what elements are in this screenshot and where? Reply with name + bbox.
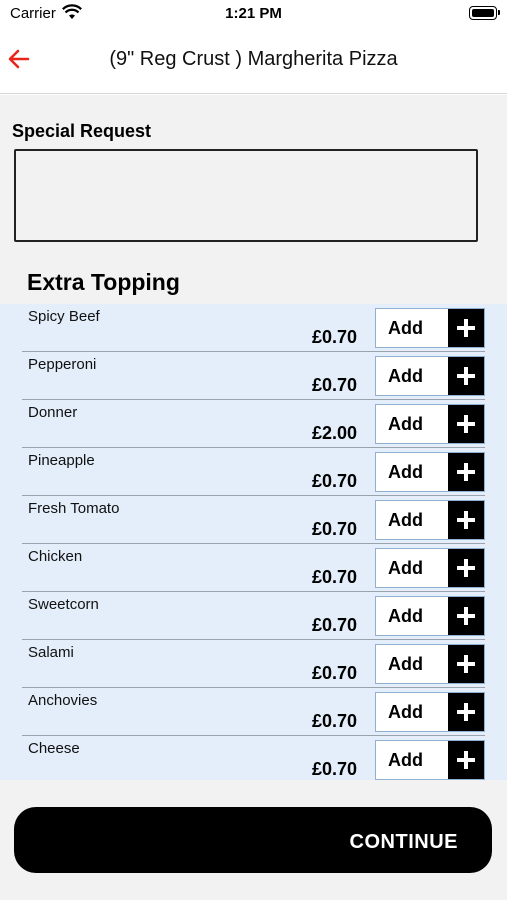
add-topping-button[interactable]: Add <box>375 500 485 540</box>
add-topping-button[interactable]: Add <box>375 404 485 444</box>
plus-icon[interactable] <box>448 501 484 539</box>
plus-icon[interactable] <box>448 453 484 491</box>
extra-topping-heading: Extra Topping <box>27 269 180 295</box>
plus-icon[interactable] <box>448 549 484 587</box>
topping-row: Fresh Tomato £0.70 Add <box>22 496 485 544</box>
add-label: Add <box>388 558 423 578</box>
add-topping-button[interactable]: Add <box>375 596 485 636</box>
topping-price: £0.70 <box>311 567 357 587</box>
topping-price: £2.00 <box>311 423 357 443</box>
nav-bar: (9" Reg Crust ) Margherita Pizza <box>0 30 507 94</box>
special-request-label: Special Request <box>12 121 152 141</box>
topping-price: £0.70 <box>311 711 357 731</box>
status-bar: Carrier 1:21 PM <box>0 0 507 30</box>
plus-icon[interactable] <box>448 741 484 779</box>
plus-icon[interactable] <box>448 309 484 347</box>
topping-row: Pepperoni £0.70 Add <box>22 352 485 400</box>
arrow-left-icon[interactable] <box>4 44 34 74</box>
add-label: Add <box>388 654 423 674</box>
special-request-input[interactable] <box>14 149 478 242</box>
topping-name: Anchovies <box>28 692 98 709</box>
battery-icon <box>469 6 500 20</box>
topping-name: Salami <box>28 644 74 661</box>
topping-name: Pineapple <box>28 452 95 469</box>
topping-price: £0.70 <box>311 759 357 779</box>
main-content: Special Request Extra Topping Spicy Beef… <box>0 95 507 900</box>
add-topping-button[interactable]: Add <box>375 548 485 588</box>
topping-list: Spicy Beef £0.70 Add Pepperoni £0.70 Add Donne… <box>0 304 507 780</box>
topping-price: £0.70 <box>311 471 357 491</box>
clock: 1:21 PM <box>225 5 282 22</box>
add-label: Add <box>388 702 423 722</box>
plus-icon[interactable] <box>448 405 484 443</box>
topping-row: Chicken £0.70 Add <box>22 544 485 592</box>
add-label: Add <box>388 318 423 338</box>
plus-icon[interactable] <box>448 357 484 395</box>
add-topping-button[interactable]: Add <box>375 356 485 396</box>
add-topping-button[interactable]: Add <box>375 644 485 684</box>
continue-button[interactable]: CONTINUE <box>14 807 492 873</box>
topping-name: Pepperoni <box>28 356 97 373</box>
add-topping-button[interactable]: Add <box>375 740 485 780</box>
page-title: (9" Reg Crust ) Margherita Pizza <box>109 48 398 70</box>
add-topping-button[interactable]: Add <box>375 308 485 348</box>
add-label: Add <box>388 462 423 482</box>
topping-price: £0.70 <box>311 663 357 683</box>
add-topping-button[interactable]: Add <box>375 452 485 492</box>
add-label: Add <box>388 750 423 770</box>
plus-icon[interactable] <box>448 693 484 731</box>
topping-name: Donner <box>28 404 78 421</box>
topping-name: Cheese <box>28 740 80 757</box>
topping-row: Anchovies £0.70 Add <box>22 688 485 736</box>
topping-row: Salami £0.70 Add <box>22 640 485 688</box>
topping-name: Spicy Beef <box>28 308 100 325</box>
topping-row: Pineapple £0.70 Add <box>22 448 485 496</box>
topping-row: Sweetcorn £0.70 Add <box>22 592 485 640</box>
plus-icon[interactable] <box>448 645 484 683</box>
topping-price: £0.70 <box>311 615 357 635</box>
topping-price: £0.70 <box>311 327 357 347</box>
topping-name: Chicken <box>28 548 83 565</box>
add-label: Add <box>388 366 423 386</box>
topping-name: Fresh Tomato <box>28 500 120 517</box>
topping-price: £0.70 <box>311 375 357 395</box>
add-label: Add <box>388 606 423 626</box>
continue-label: CONTINUE <box>349 831 458 853</box>
topping-row: Cheese £0.70 Add <box>22 736 485 784</box>
add-topping-button[interactable]: Add <box>375 692 485 732</box>
plus-icon[interactable] <box>448 597 484 635</box>
add-label: Add <box>388 414 423 434</box>
topping-row: Donner £2.00 Add <box>22 400 485 448</box>
topping-price: £0.70 <box>311 519 357 539</box>
topping-name: Sweetcorn <box>28 596 99 613</box>
topping-row: Spicy Beef £0.70 Add <box>22 304 485 352</box>
add-label: Add <box>388 510 423 530</box>
